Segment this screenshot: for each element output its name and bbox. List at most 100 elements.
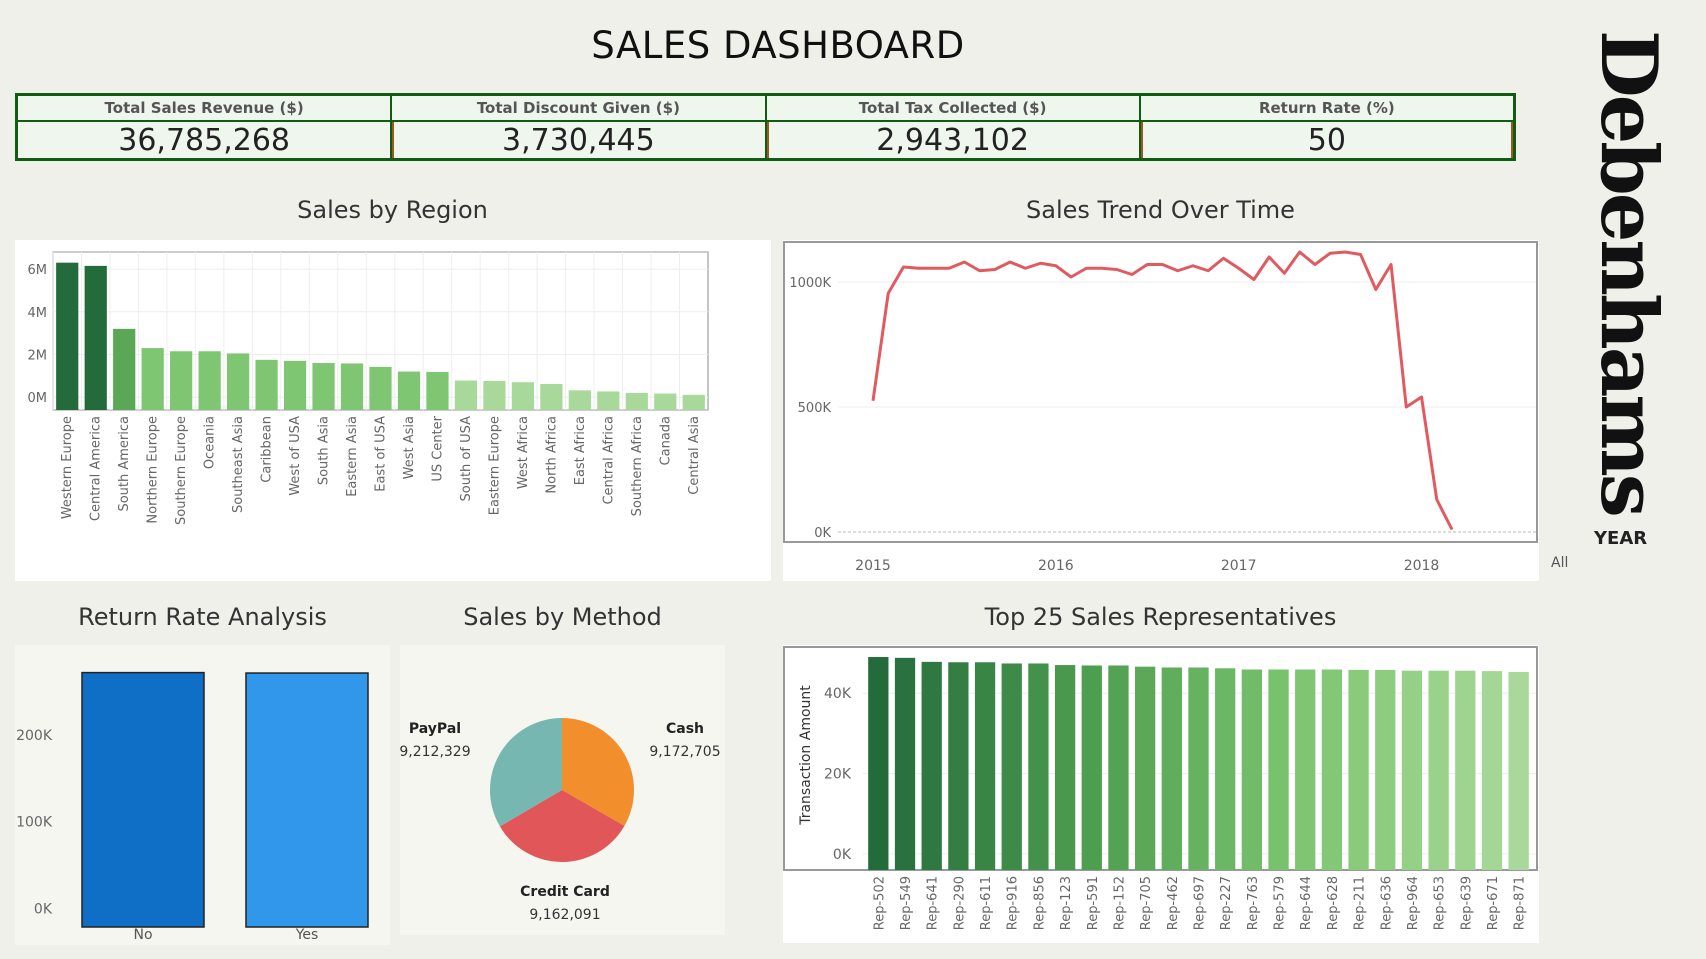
rep-bar — [1215, 668, 1236, 870]
year-filter-label: YEAR — [1594, 528, 1648, 549]
x-tick-label: Rep-697 — [1193, 876, 1208, 930]
x-tick-label: Rep-227 — [1219, 876, 1234, 930]
x-tick-label: Rep-871 — [1513, 876, 1528, 930]
rep-bar — [1241, 669, 1262, 870]
y-tick-label: 20K — [824, 767, 852, 783]
rep-bar — [1455, 670, 1476, 870]
x-tick-label: Rep-549 — [899, 876, 914, 930]
x-tick-label: Rep-641 — [926, 876, 941, 930]
x-tick-label: Central America — [89, 416, 104, 521]
x-tick-label: Rep-123 — [1059, 876, 1074, 930]
x-tick-label: Rep-290 — [952, 876, 967, 930]
region-chart: 0M 2M 4M 6M Western Europe Central America Sou… — [15, 240, 771, 581]
x-tick-label: South Asia — [317, 416, 332, 485]
region-bar — [682, 394, 705, 410]
region-bar — [198, 351, 221, 410]
rep-bar — [1188, 667, 1209, 870]
x-tick-label: US Center — [430, 415, 445, 481]
region-bar — [113, 328, 136, 410]
kpi-return-rate: Return Rate (%) 50 — [1138, 96, 1513, 158]
region-bar — [397, 371, 421, 410]
region-bar — [426, 371, 449, 410]
kpi-label: Total Sales Revenue ($) — [18, 96, 391, 122]
rep-bar — [1108, 665, 1129, 870]
pie-label: PayPal — [409, 721, 461, 737]
y-axis-label: Transaction Amount — [798, 685, 814, 826]
x-tick-label: Rep-671 — [1486, 876, 1501, 930]
kpi-total-discount: Total Discount Given ($) 3,730,445 — [390, 96, 765, 158]
rep-bar — [1081, 665, 1102, 870]
x-tick-label: Caribbean — [260, 416, 275, 483]
x-tick-label: Rep-502 — [872, 876, 887, 930]
y-tick-label: 200K — [16, 728, 53, 744]
rep-bar — [1028, 663, 1049, 870]
pie-value-label: 9,212,329 — [400, 744, 471, 760]
rep-bar — [1321, 669, 1343, 870]
year-filter-value[interactable]: All — [1551, 555, 1568, 571]
kpi-label: Total Discount Given ($) — [392, 96, 765, 122]
region-bar — [511, 382, 534, 410]
rep-bar — [948, 662, 969, 870]
x-tick-label: 2016 — [1038, 558, 1074, 574]
kpi-value: 2,943,102 — [876, 123, 1029, 158]
return-chart-title: Return Rate Analysis — [78, 603, 327, 631]
rep-bar — [1135, 666, 1156, 870]
region-bar — [312, 363, 335, 410]
x-tick-label: Central Africa — [601, 416, 616, 505]
region-bar — [283, 360, 307, 410]
kpi-label: Total Tax Collected ($) — [766, 96, 1139, 122]
return-bar — [81, 671, 205, 928]
region-bar — [454, 380, 478, 410]
x-tick-label: Rep-644 — [1299, 876, 1314, 930]
y-tick-label: 1000K — [789, 276, 831, 291]
x-tick-label: East Africa — [573, 416, 588, 485]
rep-bar — [868, 657, 889, 870]
x-tick-label: Southern Africa — [630, 416, 645, 516]
rep-bar — [1428, 670, 1449, 870]
y-tick-label: 0M — [28, 391, 48, 406]
x-tick-label: Central Asia — [687, 416, 702, 495]
y-tick-label: 40K — [824, 686, 852, 702]
x-tick-label: Rep-964 — [1406, 876, 1421, 930]
rep-bar — [921, 661, 942, 870]
x-tick-label: South America — [117, 416, 132, 512]
x-tick-label: Rep-152 — [1112, 876, 1127, 930]
rep-bar — [1268, 669, 1289, 870]
trend-chart-title: Sales Trend Over Time — [1026, 196, 1295, 224]
x-tick-label: Rep-636 — [1379, 876, 1394, 930]
kpi-total-sales: Total Sales Revenue ($) 36,785,268 — [18, 96, 391, 158]
x-tick-label: Northern Europe — [146, 416, 161, 524]
reps-chart-title: Top 25 Sales Representatives — [984, 603, 1337, 631]
x-tick-label: 2015 — [855, 558, 891, 574]
x-tick-label: No — [133, 927, 152, 943]
x-tick-label: Rep-611 — [979, 876, 994, 930]
rep-bar — [1054, 665, 1076, 870]
y-tick-label: 2M — [28, 348, 48, 363]
kpi-value: 3,730,445 — [502, 123, 655, 158]
return-chart: 0K 100K 200K No Yes — [15, 645, 390, 945]
x-tick-label: West Africa — [516, 416, 531, 489]
kpi-table: Total Sales Revenue ($) 36,785,268 Total… — [15, 93, 1516, 161]
x-tick-label: Rep-653 — [1433, 876, 1448, 930]
x-tick-label: Rep-462 — [1166, 876, 1181, 930]
region-bar — [625, 392, 648, 410]
return-bar — [245, 672, 369, 928]
region-bar — [540, 383, 563, 410]
x-tick-label: West of USA — [288, 416, 303, 496]
region-chart-title: Sales by Region — [297, 196, 488, 224]
rep-bar — [974, 662, 996, 870]
kpi-value: 36,785,268 — [118, 123, 291, 158]
rep-bar — [1508, 671, 1529, 870]
rep-bar — [894, 657, 916, 870]
y-tick-label: 0K — [34, 901, 53, 917]
rep-bar — [1295, 669, 1316, 870]
trend-chart: 0K 500K 1000K 2015 2016 2017 2018 — [783, 240, 1539, 581]
x-tick-label: Rep-211 — [1353, 876, 1368, 930]
x-tick-label: 2018 — [1404, 558, 1440, 574]
brand-logo-text: Debenhams — [1583, 30, 1674, 515]
x-tick-label: East of USA — [374, 416, 389, 492]
x-tick-label: Rep-628 — [1326, 876, 1341, 930]
plot-area — [783, 241, 1538, 543]
method-chart: Cash 9,172,705 Credit Card 9,162,091 PayPal 9… — [400, 645, 725, 935]
kpi-value: 50 — [1307, 123, 1346, 158]
